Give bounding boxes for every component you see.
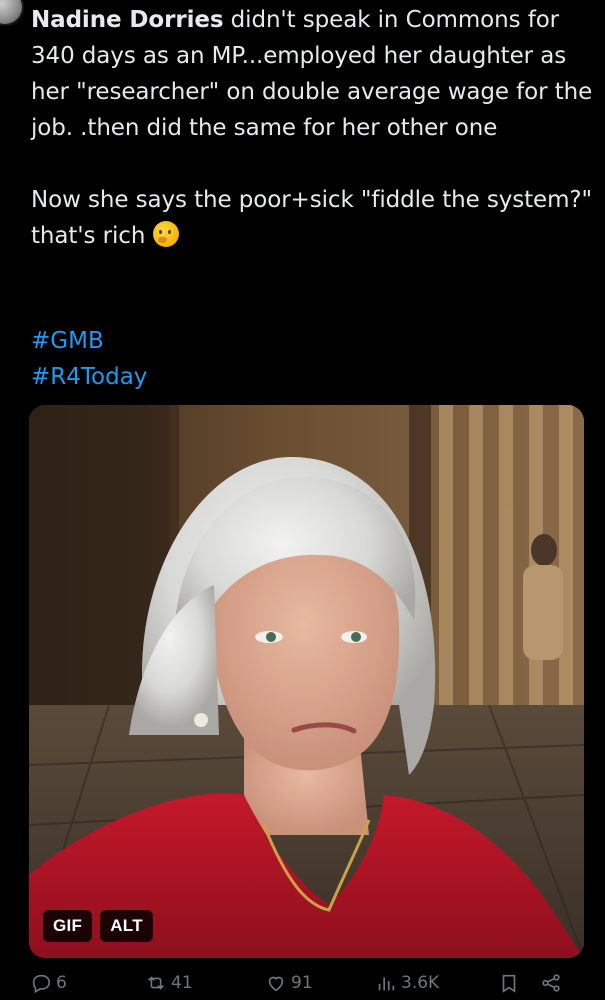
hashtag-r4today[interactable]: #R4Today — [31, 359, 147, 395]
bookmark-icon — [502, 974, 516, 993]
views-button[interactable]: 3.6K — [375, 972, 439, 994]
bookmark-button[interactable] — [498, 972, 520, 994]
reply-button[interactable]: 6 — [30, 972, 67, 994]
alt-button[interactable]: ALT — [100, 910, 153, 942]
views-chart-icon — [378, 977, 395, 991]
repost-count: 41 — [171, 973, 193, 993]
repost-icon — [148, 976, 164, 990]
tweet-action-bar: 6 41 91 3.6K — [30, 972, 575, 1000]
repost-button[interactable]: 41 — [145, 972, 193, 994]
tweet-text: Nadine Dorries didn't speak in Commons f… — [31, 2, 596, 254]
share-icon — [542, 974, 560, 992]
tweet-paragraph-2: Now she says the poor+sick "fiddle the s… — [31, 182, 596, 254]
like-button[interactable]: 91 — [265, 972, 313, 994]
tweet-paragraph-2-text: Now she says the poor+sick "fiddle the s… — [31, 187, 592, 249]
reply-count: 6 — [56, 973, 67, 993]
avatar[interactable] — [0, 0, 24, 26]
reply-icon — [32, 974, 51, 994]
view-count: 3.6K — [401, 973, 440, 993]
hashtag-gmb[interactable]: #GMB — [31, 323, 147, 359]
tweet-paragraph-1: Nadine Dorries didn't speak in Commons f… — [31, 2, 596, 146]
hashtag-list: #GMB #R4Today — [31, 323, 147, 395]
author-mention[interactable]: Nadine Dorries — [31, 7, 224, 33]
media-gif[interactable]: GIF ALT — [29, 405, 584, 958]
share-button[interactable] — [540, 972, 562, 994]
gif-badge: GIF — [43, 910, 93, 942]
thinking-face-emoji-icon — [152, 221, 179, 247]
gif-frame-image — [29, 405, 584, 958]
like-count: 91 — [291, 973, 313, 993]
heart-icon — [268, 976, 284, 992]
media-badges: GIF ALT — [43, 910, 153, 942]
